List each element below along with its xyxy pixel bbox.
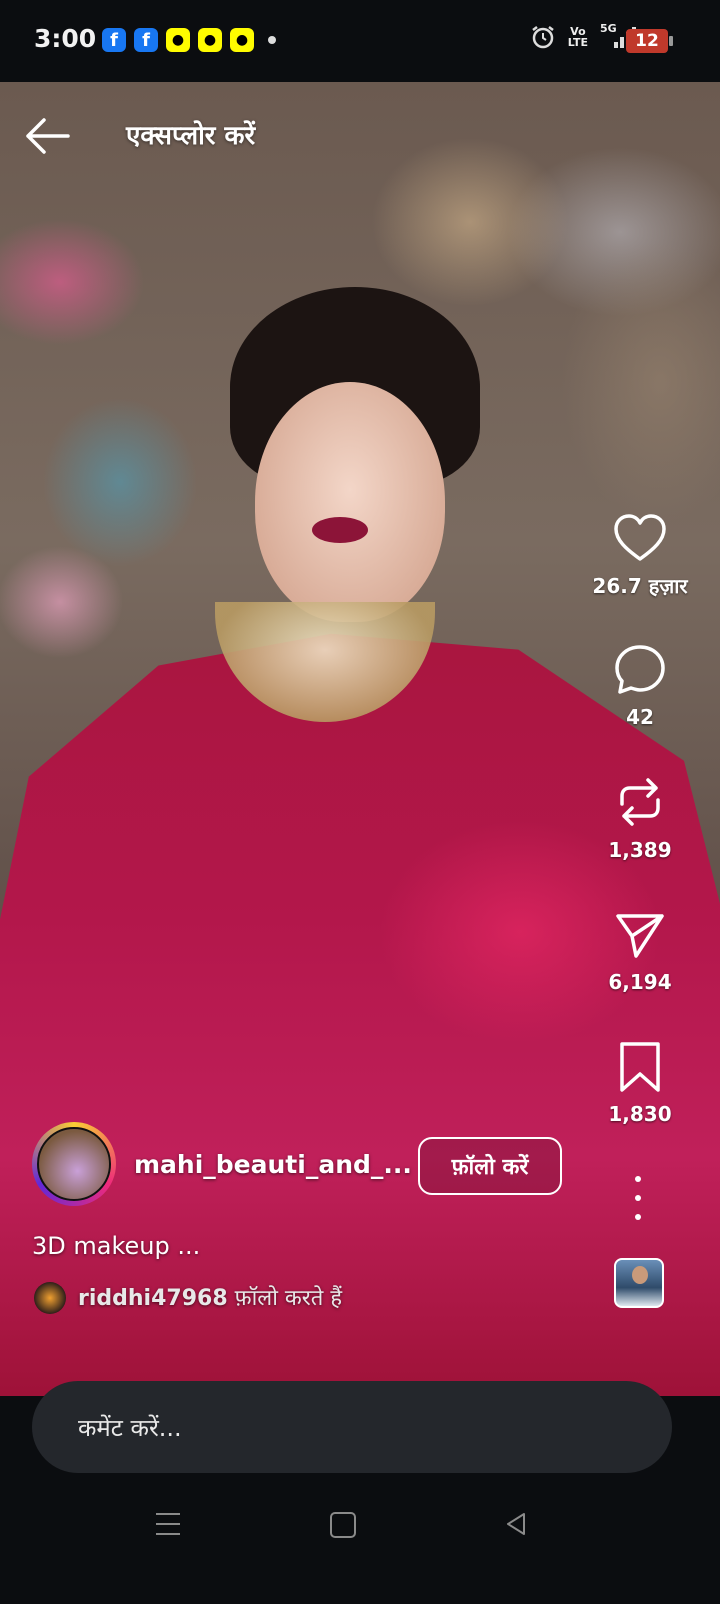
volte-indicator: Vo LTE bbox=[568, 26, 588, 48]
follow-button[interactable]: फ़ॉलो करें bbox=[418, 1137, 562, 1195]
video-scene-lips bbox=[312, 517, 368, 543]
snapchat-icon: ● bbox=[166, 28, 190, 52]
comment-input[interactable]: कमेंट करें... bbox=[32, 1381, 672, 1473]
share-count: 6,194 bbox=[608, 970, 672, 994]
more-options-icon[interactable] bbox=[620, 1176, 656, 1220]
author-avatar[interactable] bbox=[32, 1122, 116, 1206]
battery-indicator: 12 bbox=[626, 29, 673, 53]
facebook-icon: f bbox=[102, 28, 126, 52]
system-back-icon[interactable] bbox=[504, 1512, 528, 1536]
comment-button[interactable]: 42 bbox=[590, 643, 690, 729]
status-bar: 3:00 f f ● ● ● Vo LTE 5G 12 bbox=[0, 0, 720, 82]
bookmark-icon bbox=[620, 1042, 660, 1092]
reel-video[interactable] bbox=[0, 82, 720, 1396]
back-button[interactable] bbox=[22, 114, 72, 158]
repost-icon bbox=[620, 778, 660, 826]
repost-button[interactable]: 1,389 bbox=[590, 774, 690, 862]
alarm-icon bbox=[532, 26, 554, 49]
author-avatar-image bbox=[37, 1127, 111, 1201]
status-time: 3:00 bbox=[34, 24, 97, 53]
volte-lte-label: LTE bbox=[567, 36, 588, 49]
like-button[interactable]: 26.7 हज़ार bbox=[590, 512, 690, 599]
post-caption[interactable]: 3D makeup ... bbox=[32, 1232, 200, 1260]
back-arrow-icon bbox=[26, 118, 70, 154]
page-title: एक्सप्लोर करें bbox=[126, 121, 256, 151]
send-icon bbox=[616, 914, 664, 958]
followed-by-suffix: फ़ॉलो करते हैं bbox=[227, 1286, 343, 1311]
snapchat-icon: ● bbox=[230, 28, 254, 52]
share-button[interactable]: 6,194 bbox=[590, 908, 690, 994]
recent-apps-button[interactable] bbox=[156, 1513, 180, 1535]
followed-by-text[interactable]: riddhi47968 फ़ॉलो करते हैं bbox=[78, 1282, 342, 1312]
system-icons: Vo LTE 5G bbox=[530, 22, 640, 50]
more-notifications-dot-icon bbox=[268, 36, 276, 44]
like-count: 26.7 हज़ार bbox=[592, 574, 688, 598]
comment-count: 42 bbox=[626, 705, 654, 729]
save-button[interactable]: 1,830 bbox=[590, 1040, 690, 1126]
audio-thumbnail[interactable] bbox=[614, 1258, 664, 1308]
video-scene-face bbox=[255, 382, 445, 622]
heart-icon bbox=[614, 514, 666, 561]
facebook-icon: f bbox=[134, 28, 158, 52]
comment-bubble-icon bbox=[615, 645, 665, 694]
author-username[interactable]: mahi_beauti_and_... bbox=[134, 1150, 412, 1179]
snapchat-icon: ● bbox=[198, 28, 222, 52]
save-count: 1,830 bbox=[608, 1102, 672, 1126]
notification-icons: f f ● ● ● bbox=[102, 28, 276, 52]
follower-avatar bbox=[34, 1282, 66, 1314]
follower-username: riddhi47968 bbox=[78, 1286, 228, 1311]
repost-count: 1,389 bbox=[608, 838, 672, 862]
home-button[interactable] bbox=[330, 1512, 356, 1538]
